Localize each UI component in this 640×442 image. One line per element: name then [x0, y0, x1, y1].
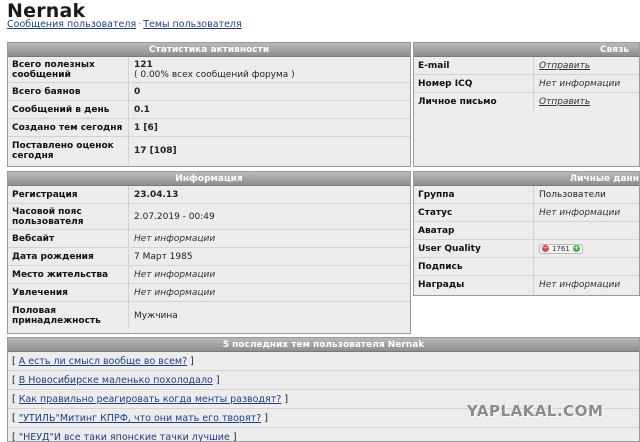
send-email-link[interactable]: Отправить — [534, 61, 590, 71]
stat-label: Поставлено оценок сегодня — [12, 141, 114, 161]
contact-value: Нет информации — [533, 75, 620, 92]
contact-row: E-mail Отправить — [414, 57, 639, 75]
personal-panel: Личные данн Группа Пользователи Статус Н… — [413, 171, 640, 296]
info-value: 7 Март 1985 — [128, 248, 193, 265]
personal-row: Статус Нет информации — [414, 204, 639, 222]
stat-label: Всего полезных сообщений — [12, 59, 95, 80]
stat-subvalue: ( 0.00% всех сообщений форума ) — [134, 69, 295, 80]
personal-row: Группа Пользователи — [414, 186, 639, 204]
personal-label: Награды — [418, 280, 465, 290]
stat-label: Сообщений в день — [12, 104, 110, 115]
info-row: Дата рождения 7 Март 1985 — [8, 248, 410, 266]
plus-icon[interactable]: + — [572, 245, 580, 252]
info-value: Нет информации — [128, 284, 215, 301]
info-label: Половая принадлежность — [12, 305, 101, 326]
profile-links: Сообщения пользователя · Темы пользователя — [7, 19, 242, 30]
info-panel: Информация Регистрация 23.04.13 Часовой … — [7, 171, 411, 334]
topic-link[interactable]: А есть ли смысл вообще во всем? — [19, 356, 187, 367]
stat-row: Всего баянов 0 — [8, 83, 410, 101]
contact-header-title: Связь — [600, 45, 629, 55]
stat-row: Создано тем сегодня 1 [6] — [8, 119, 410, 137]
personal-header: Личные данн — [414, 172, 639, 186]
stat-value: 121 — [134, 59, 153, 70]
personal-value: Нет информации — [533, 204, 620, 221]
latest-topics-header: 5 последних тем пользователя Nernak — [8, 338, 639, 352]
stat-value: 1 [6] — [128, 119, 158, 136]
personal-label: User Quality — [418, 243, 481, 254]
personal-row: User Quality − 1761 + — [414, 240, 639, 258]
topic-link[interactable]: Как правильно реагировать когда менты ра… — [19, 394, 282, 405]
info-value: Мужчина — [128, 302, 178, 329]
stat-value: 17 [108] — [128, 137, 177, 165]
contact-header: Связь — [414, 43, 639, 57]
stat-value: 0 — [128, 83, 140, 100]
contact-row: Номер ICQ Нет информации — [414, 75, 639, 93]
contact-row: Личное письмо Отправить — [414, 93, 639, 111]
topic-link[interactable]: В Новосибирске маленько похолодало — [19, 375, 213, 386]
info-label: Увлечения — [12, 287, 68, 298]
user-quality-value: 1761 — [552, 244, 570, 253]
personal-value: Нет информации — [533, 276, 620, 294]
personal-label: Подпись — [418, 261, 463, 272]
user-quality-widget: − 1761 + — [539, 243, 583, 254]
contact-panel: Связь E-mail Отправить Номер ICQ Нет инф… — [413, 42, 640, 167]
list-item: [ "НЕУД"И все таки японские тачки лучшие… — [12, 432, 237, 442]
stat-value: 0.1 — [128, 101, 150, 118]
info-label: Регистрация — [12, 189, 78, 200]
list-item: [ В Новосибирске маленько похолодало ] — [8, 371, 639, 390]
topic-link[interactable]: "УТИЛЬ"Митинг КПРФ, что они мать его тво… — [19, 413, 262, 424]
avatar — [533, 222, 539, 239]
info-row: Место жительства Нет информации — [8, 266, 410, 284]
contact-label: Номер ICQ — [418, 78, 473, 89]
info-header: Информация — [8, 172, 410, 186]
info-value: 2.07.2019 - 00:49 — [128, 204, 215, 229]
personal-row: Награды Нет информации — [414, 276, 639, 294]
stat-row: Всего полезных сообщений 121 ( 0.00% все… — [8, 57, 410, 83]
topic-link[interactable]: "НЕУД"И все таки японские тачки лучшие — [19, 432, 230, 441]
info-value: Нет информации — [128, 230, 215, 247]
info-row: Половая принадлежность Мужчина — [8, 302, 410, 329]
info-row: Часовой пояс пользователя 2.07.2019 - 00… — [8, 204, 410, 230]
personal-row: Аватар — [414, 222, 639, 240]
activity-stats-panel: Статистика активности Всего полезных соо… — [7, 42, 411, 167]
personal-label: Статус — [418, 207, 453, 218]
signature — [533, 258, 539, 275]
contact-label: E-mail — [418, 60, 450, 71]
info-label: Дата рождения — [12, 251, 94, 262]
latest-topics-panel: 5 последних тем пользователя Nernak [ А … — [7, 337, 640, 442]
stat-label: Всего баянов — [12, 86, 81, 97]
send-pm-link[interactable]: Отправить — [534, 97, 590, 107]
user-posts-link[interactable]: Сообщения пользователя — [7, 19, 136, 30]
stat-row: Поставлено оценок сегодня 17 [108] — [8, 137, 410, 165]
info-row: Увлечения Нет информации — [8, 284, 410, 302]
user-topics-link[interactable]: Темы пользователя — [143, 19, 241, 30]
personal-label: Аватар — [418, 225, 455, 236]
info-label: Вебсайт — [12, 233, 55, 244]
info-value: 23.04.13 — [128, 186, 178, 203]
minus-icon[interactable]: − — [542, 245, 549, 252]
info-row: Регистрация 23.04.13 — [8, 186, 410, 204]
contact-label: Личное письмо — [418, 97, 497, 107]
stat-row: Сообщений в день 0.1 — [8, 101, 410, 119]
personal-header-title: Личные данн — [569, 174, 639, 184]
activity-stats-header: Статистика активности — [8, 43, 410, 57]
personal-label: Группа — [418, 189, 455, 200]
personal-row: Подпись — [414, 258, 639, 276]
info-label: Место жительства — [12, 269, 109, 280]
personal-value: Пользователи — [533, 186, 606, 203]
list-item: [ А есть ли смысл вообще во всем? ] — [8, 352, 639, 371]
watermark: YAPLAKAL.COM — [467, 402, 604, 420]
info-row: Вебсайт Нет информации — [8, 230, 410, 248]
info-label: Часовой пояс пользователя — [12, 206, 84, 227]
info-value: Нет информации — [128, 266, 215, 283]
stat-label: Создано тем сегодня — [12, 122, 123, 133]
